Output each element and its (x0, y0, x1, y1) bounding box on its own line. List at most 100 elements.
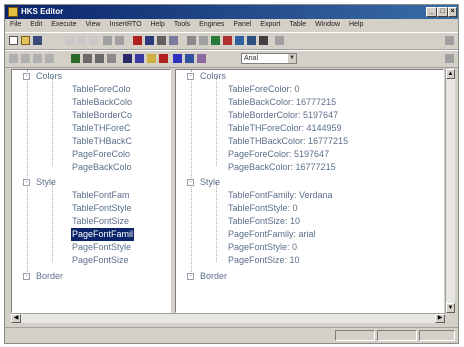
save-icon[interactable] (33, 36, 42, 45)
collapse-icon[interactable]: - (187, 179, 194, 187)
tree-item[interactable]: PageFontSize: 10 (228, 254, 300, 267)
open-folder-icon[interactable] (21, 36, 30, 45)
indent-icon[interactable] (107, 54, 116, 63)
minimize-button[interactable]: _ (426, 7, 437, 17)
tree-item-selected[interactable]: PageFontFamil (71, 228, 135, 241)
scroll-left-icon[interactable]: ◀ (11, 314, 21, 323)
toolbar-options-icon[interactable] (445, 36, 454, 45)
scroll-right-icon[interactable]: ▶ (435, 314, 445, 323)
tree-item[interactable]: TableBackColor: 16777215 (228, 96, 336, 109)
tree-item[interactable]: TableFontFamily: Verdana (228, 189, 333, 202)
user-icon[interactable] (247, 36, 256, 45)
tree-item[interactable]: PageForeColor: 5197647 (228, 148, 329, 161)
tree-item[interactable]: TableFontFam (72, 189, 130, 202)
collapse-icon[interactable]: - (23, 273, 30, 281)
link-icon[interactable] (187, 36, 196, 45)
anchor-icon[interactable] (173, 54, 182, 63)
tree-item[interactable]: TableForeColor: 0 (228, 83, 300, 96)
menu-export[interactable]: Export (260, 21, 280, 28)
align-right-icon[interactable] (95, 54, 104, 63)
align-center-icon[interactable] (83, 54, 92, 63)
list-icon[interactable] (123, 54, 132, 63)
tree-item[interactable]: PageBackColor: 16777215 (228, 161, 336, 174)
form-icon[interactable] (197, 54, 206, 63)
tree-item[interactable]: TableFontStyle: 0 (228, 202, 298, 215)
tree-item[interactable]: PageBackColo (72, 161, 132, 174)
tree-item[interactable]: TableTHForeColor: 4144959 (228, 122, 342, 135)
scroll-down-icon[interactable]: ▼ (446, 303, 455, 313)
menu-help-1[interactable]: Help (150, 21, 164, 28)
menu-engines[interactable]: Engines (199, 21, 224, 28)
menu-edit[interactable]: Edit (30, 21, 42, 28)
tree-item[interactable]: PageFontStyle: 0 (228, 241, 297, 254)
settings-icon[interactable] (259, 36, 268, 45)
tree-group-border[interactable]: - Border (187, 270, 227, 283)
stop-icon[interactable] (133, 36, 142, 45)
menu-view[interactable]: View (86, 21, 101, 28)
highlight-icon[interactable] (147, 54, 156, 63)
italic-icon[interactable] (21, 54, 30, 63)
tree-item[interactable]: PageFontStyle (72, 241, 131, 254)
redo-icon[interactable] (115, 36, 124, 45)
tree-item[interactable]: TableTHForeC (72, 122, 131, 135)
menu-insertrto[interactable]: InsertRTO (110, 21, 142, 28)
help-icon[interactable] (275, 36, 284, 45)
cut-icon[interactable] (65, 36, 74, 45)
tree-item[interactable]: TableFontSize: 10 (228, 215, 300, 228)
tree-item[interactable]: TableBorderColor: 5197647 (228, 109, 338, 122)
font-color-icon[interactable] (159, 54, 168, 63)
underline-icon[interactable] (33, 54, 42, 63)
play-icon[interactable] (211, 36, 220, 45)
collapse-icon[interactable]: - (23, 179, 30, 187)
close-button[interactable]: × (448, 7, 457, 17)
property-values-tree[interactable]: - Colors TableForeColor: 0 TableBackColor… (175, 69, 444, 313)
strike-icon[interactable] (45, 54, 54, 63)
bold-icon[interactable] (9, 54, 18, 63)
frame-icon[interactable] (185, 54, 194, 63)
tree-item[interactable]: TableForeColo (72, 83, 131, 96)
record-icon[interactable] (223, 36, 232, 45)
font-size-select[interactable]: Arial ▼ (241, 53, 297, 64)
scroll-up-icon[interactable]: ▲ (446, 69, 455, 79)
maximize-button[interactable]: □ (437, 7, 448, 17)
tree-item[interactable]: TableFontSize (72, 215, 129, 228)
numbered-list-icon[interactable] (135, 54, 144, 63)
tree-group-style[interactable]: - Style (23, 176, 56, 189)
tree-item[interactable]: TableBackColo (72, 96, 132, 109)
tree-item[interactable]: TableTHBackC (72, 135, 132, 148)
globe-icon[interactable] (235, 36, 244, 45)
menu-tools[interactable]: Tools (174, 21, 190, 28)
format-toolbar-options-icon[interactable] (445, 54, 454, 63)
title-bar[interactable]: HKS Editor _ □ × (5, 5, 458, 19)
horizontal-scrollbar[interactable]: ◀ ▶ (11, 313, 445, 323)
tree-item[interactable]: TableTHBackColor: 16777215 (228, 135, 348, 148)
table-icon[interactable] (145, 36, 154, 45)
image-icon[interactable] (199, 36, 208, 45)
paragraph-icon[interactable] (157, 36, 166, 45)
chevron-down-icon[interactable]: ▼ (288, 54, 296, 63)
tree-group-colors[interactable]: - Colors (187, 70, 226, 83)
tree-item[interactable]: PageFontFamily: arial (228, 228, 316, 241)
tree-item[interactable]: PageFontSize (72, 254, 129, 267)
tree-group-style[interactable]: - Style (187, 176, 220, 189)
undo-icon[interactable] (103, 36, 112, 45)
menu-execute[interactable]: Execute (51, 21, 76, 28)
tree-item[interactable]: PageForeColo (72, 148, 130, 161)
tree-group-colors[interactable]: - Colors (23, 70, 62, 83)
copy-icon[interactable] (77, 36, 86, 45)
new-file-icon[interactable] (9, 36, 18, 45)
collapse-icon[interactable]: - (187, 273, 194, 281)
vertical-scrollbar[interactable]: ▲ ▼ (445, 69, 455, 313)
align-left-icon[interactable] (71, 54, 80, 63)
tag-icon[interactable] (169, 36, 178, 45)
menu-file[interactable]: File (10, 21, 21, 28)
tree-group-border[interactable]: - Border (23, 270, 63, 283)
menu-panel[interactable]: Panel (233, 21, 251, 28)
paste-icon[interactable] (89, 36, 98, 45)
collapse-icon[interactable]: - (23, 73, 30, 81)
tree-item[interactable]: TableBorderCo (72, 109, 132, 122)
menu-help-2[interactable]: Help (349, 21, 363, 28)
property-names-tree[interactable]: - Colors TableForeColo TableBackColo Tabl… (11, 69, 171, 313)
menu-window[interactable]: Window (315, 21, 340, 28)
tree-item[interactable]: TableFontStyle (72, 202, 132, 215)
